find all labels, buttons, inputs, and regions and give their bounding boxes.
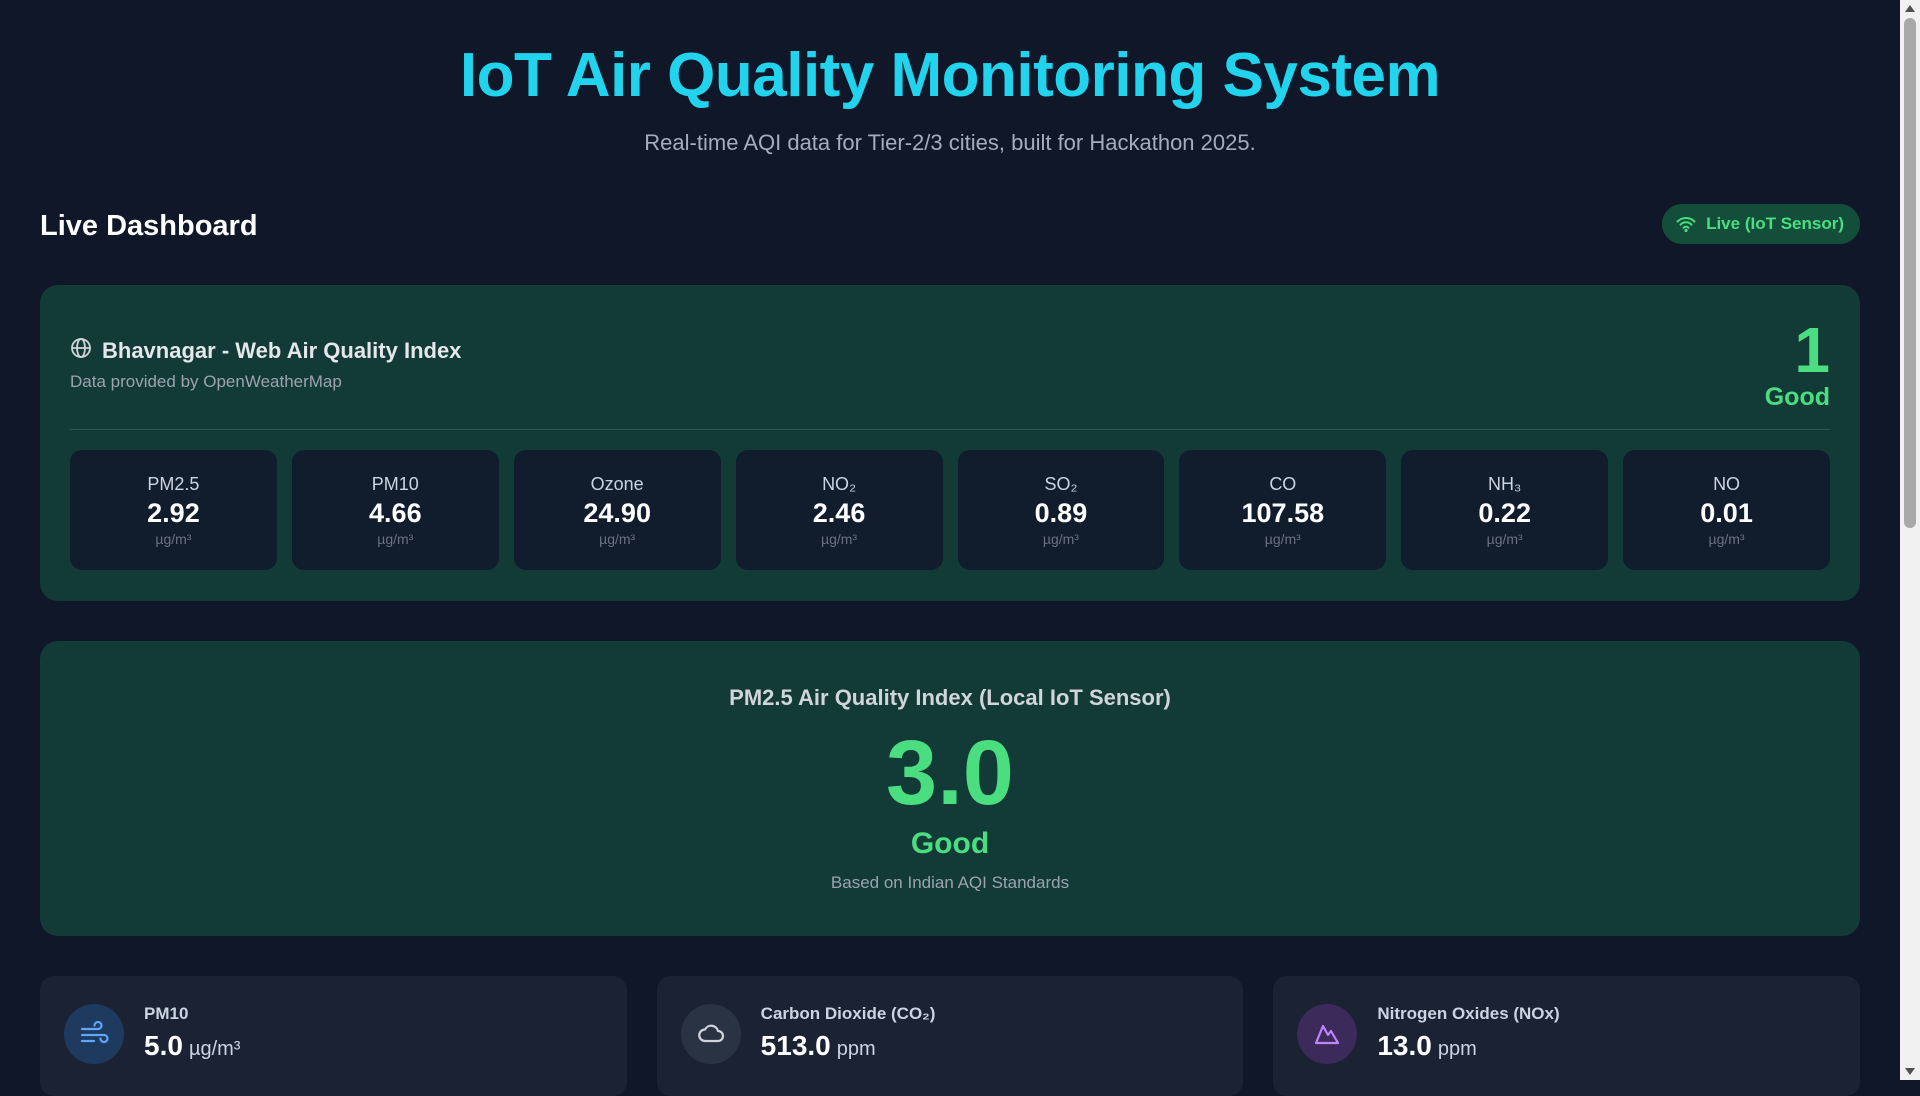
pollutant-value: 4.66	[369, 498, 422, 528]
pollutant-unit: µg/m³	[377, 531, 414, 547]
pollutant-value: 2.92	[147, 498, 200, 528]
pollutant-value: 0.01	[1700, 498, 1753, 528]
live-status-badge: Live (IoT Sensor)	[1662, 204, 1860, 244]
local-aqi-label: Good	[910, 827, 990, 860]
pollutant-card: NO 0.01 µg/m³	[1623, 450, 1830, 570]
pollutant-name: CO	[1269, 474, 1297, 494]
pollutant-unit: µg/m³	[1486, 531, 1523, 547]
metric-unit: µg/m³	[188, 1038, 241, 1060]
pollutant-card: NH₃ 0.22 µg/m³	[1401, 450, 1609, 570]
metric-unit: ppm	[1437, 1038, 1477, 1060]
metric-card-co2: Carbon Dioxide (CO₂) 513.0 ppm	[656, 976, 1244, 1096]
scroll-down-icon[interactable]	[1905, 1068, 1915, 1075]
pollutant-card: PM2.5 2.92 µg/m³	[70, 450, 277, 570]
live-status-label: Live (IoT Sensor)	[1706, 214, 1844, 233]
pollutant-name: PM2.5	[147, 474, 200, 494]
pollutant-value: 0.89	[1034, 498, 1088, 528]
web-aqi-source: Data provided by OpenWeatherMap	[70, 372, 342, 391]
metric-value: 5.0	[144, 1030, 183, 1061]
metric-unit: ppm	[836, 1038, 876, 1060]
header: IoT Air Quality Monitoring System Real-t…	[0, 0, 1900, 156]
pollutant-unit: µg/m³	[155, 531, 192, 547]
pollutant-name: NO₂	[822, 474, 857, 494]
pollutant-card: Ozone 24.90 µg/m³	[513, 450, 721, 570]
local-aqi-note: Based on Indian AQI Standards	[830, 873, 1070, 892]
app-subtitle: Real-time AQI data for Tier-2/3 cities, …	[644, 130, 1256, 155]
mountain-icon	[1297, 1004, 1358, 1064]
pollutant-card: SO₂ 0.89 µg/m³	[957, 450, 1165, 570]
pollutant-card: NO₂ 2.46 µg/m³	[735, 450, 943, 570]
dashboard-title: Live Dashboard	[40, 210, 258, 242]
globe-icon	[70, 337, 92, 364]
pollutant-name: Ozone	[590, 474, 644, 494]
scroll-up-icon[interactable]	[1905, 5, 1915, 12]
metric-cards: PM10 5.0 µg/m³ Carbon Dioxide (CO₂) 513.0…	[40, 976, 1861, 1096]
pollutant-value: 24.90	[583, 498, 651, 528]
metric-card-pm10: PM10 5.0 µg/m³	[40, 976, 627, 1096]
pollutant-card: CO 107.58 µg/m³	[1179, 450, 1387, 570]
pollutant-value: 0.22	[1478, 498, 1531, 528]
page-scrollbar[interactable]	[1900, 0, 1920, 1080]
web-aqi-header: Bhavnagar - Web Air Quality Index Data p…	[70, 337, 461, 392]
app-title: IoT Air Quality Monitoring System	[459, 41, 1441, 110]
pollutant-unit: µg/m³	[1708, 531, 1745, 547]
divider	[70, 429, 1830, 430]
web-aqi-summary: 1 Good	[1765, 315, 1830, 412]
pollutant-value: 107.58	[1241, 498, 1325, 528]
pollutant-name: PM10	[371, 474, 419, 494]
pollutant-name: NH₃	[1488, 474, 1522, 494]
local-aqi-value: 3.0	[886, 722, 1014, 824]
pollutant-value: 2.46	[812, 498, 866, 528]
pollutant-unit: µg/m³	[1264, 531, 1301, 547]
pollutant-card: PM10 4.66 µg/m³	[291, 450, 499, 570]
pollutant-name: NO	[1713, 474, 1741, 494]
wind-icon	[64, 1004, 124, 1064]
cloud-icon	[680, 1004, 741, 1064]
metric-label: Carbon Dioxide (CO₂)	[760, 1004, 936, 1023]
web-aqi-value: 1	[1794, 314, 1830, 386]
pollutant-unit: µg/m³	[599, 531, 636, 547]
page: IoT Air Quality Monitoring System Real-t…	[0, 0, 1900, 1096]
web-aqi-title: Bhavnagar - Web Air Quality Index	[102, 337, 462, 363]
pollutant-unit: µg/m³	[821, 531, 858, 547]
wifi-icon	[1676, 216, 1696, 232]
metric-value: 513.0	[760, 1030, 831, 1061]
metric-label: PM10	[144, 1004, 189, 1023]
local-aqi-card: PM2.5 Air Quality Index (Local IoT Senso…	[40, 641, 1860, 936]
metric-value: 13.0	[1377, 1030, 1432, 1061]
pollutant-unit: µg/m³	[1042, 531, 1079, 547]
pollutant-name: SO₂	[1044, 474, 1078, 494]
web-aqi-label: Good	[1764, 383, 1830, 411]
metric-label: Nitrogen Oxides (NOx)	[1377, 1004, 1560, 1023]
metric-card-nox: Nitrogen Oxides (NOx) 13.0 ppm	[1273, 976, 1861, 1096]
pollutant-list: PM2.5 2.92 µg/m³ PM10 4.66 µg/m³ Ozone 2…	[70, 450, 1830, 570]
local-aqi-title: PM2.5 Air Quality Index (Local IoT Senso…	[729, 685, 1171, 710]
dashboard-header: Live Dashboard Live (IoT Sensor)	[40, 204, 1860, 250]
web-aqi-card: Bhavnagar - Web Air Quality Index Data p…	[40, 285, 1860, 601]
scroll-thumb[interactable]	[1904, 18, 1916, 528]
